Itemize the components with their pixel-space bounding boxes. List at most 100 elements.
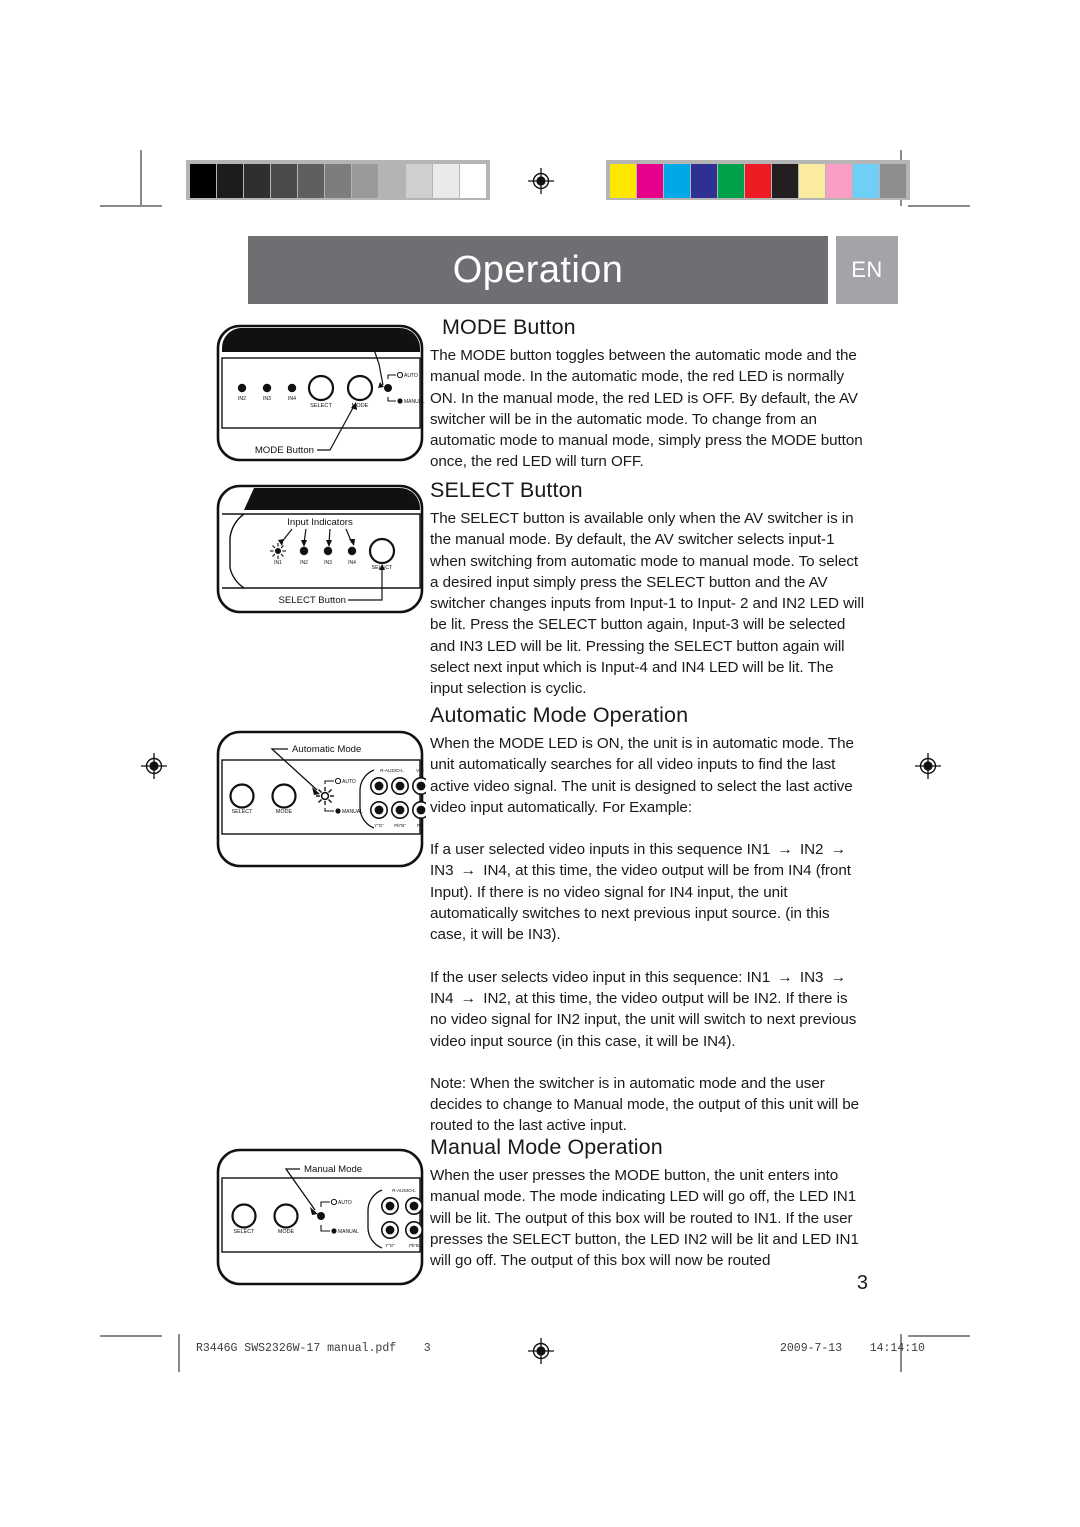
color-swatch-9 (853, 164, 879, 198)
registration-mark-left (141, 753, 167, 779)
footer-crop-left (100, 1335, 162, 1337)
color-swatch-1 (637, 164, 663, 198)
indicator-label-auto: AUTO (338, 1200, 352, 1206)
color-swatch-10 (880, 164, 906, 198)
mode-button-icon (273, 1203, 299, 1229)
callout-mode-button: MODE Button (255, 445, 314, 456)
arrow-icon: → (460, 989, 477, 1007)
jack-label-pb: Pb"B" (394, 823, 406, 828)
led-label-in2: IN2 (300, 560, 308, 566)
mode-button-icon (346, 374, 374, 402)
section-body-automatic-mode-3: If the user selects video input in this … (430, 968, 857, 1050)
section-body-select-button: The SELECT button is available only when… (430, 510, 865, 698)
color-swatch-7 (799, 164, 825, 198)
led-label-in3: IN3 (324, 560, 332, 566)
color-swatch-0 (610, 164, 636, 198)
crop-rule-right-horizontal (908, 205, 970, 207)
header-title-bar: Operation (248, 236, 828, 304)
color-swatch-8 (826, 164, 852, 198)
button-label-select: SELECT (232, 809, 254, 815)
jack-label-pb: Pb"B (409, 1243, 419, 1248)
mode-button-icon (271, 783, 297, 809)
button-label-select: SELECT (234, 1229, 256, 1235)
crop-rule-left-horizontal (100, 205, 162, 207)
led-in3-icon (262, 383, 272, 393)
grayscale-swatch-4 (298, 164, 324, 198)
grayscale-swatch-0 (190, 164, 216, 198)
manual-indicator-icon (397, 398, 403, 404)
registration-mark-right (915, 753, 941, 779)
section-manual-mode: Manual Mode Operation When the user pres… (430, 1135, 865, 1271)
section-title-automatic-mode: Automatic Mode Operation (430, 703, 689, 727)
grayscale-swatch-7 (379, 164, 405, 198)
grayscale-swatch-5 (325, 164, 351, 198)
diagram-automatic-mode: SELECT MODE AUTO MANUAL R-AUDIO-L VID Y"… (214, 728, 426, 870)
jack-label-audio: R-AUDIO-L (392, 1188, 416, 1193)
indicator-label-auto: AUTO (342, 779, 356, 785)
page-footer: R3446G SWS2326W-17 manual.pdf 3 2009-7-1… (0, 1330, 1080, 1374)
jack-label-y: Y"G" (385, 1243, 395, 1248)
jack-label-audio: R-AUDIO-L (380, 768, 404, 773)
page-title: Operation (452, 248, 624, 291)
callout-mode-indicator: Mode Indicator (291, 336, 355, 347)
footer-timestamp: 2009-7-13 14:14:10 (780, 1342, 925, 1355)
led-in4-icon (347, 546, 357, 556)
button-label-select: SELECT (310, 403, 332, 409)
section-body-manual-mode: When the user presses the MODE button, t… (430, 1167, 859, 1270)
led-in2-icon (237, 383, 247, 393)
arrow-icon: → (777, 841, 793, 859)
color-swatch-2 (664, 164, 690, 198)
rca-jack-row-top (370, 776, 426, 795)
arrow-icon: → (460, 862, 477, 880)
page-number: 3 (856, 1272, 868, 1294)
button-label-mode: MODE (278, 1229, 295, 1235)
color-swatch-6 (772, 164, 798, 198)
mode-indicator-led-icon (317, 1212, 325, 1220)
color-swatch-row (606, 160, 910, 200)
indicator-label-auto: AUTO (404, 373, 418, 379)
callout-automatic-mode: Automatic Mode (292, 744, 361, 755)
section-body-automatic-mode-1: When the MODE LED is ON, the unit is in … (430, 735, 854, 816)
jack-label-video: VID (416, 768, 424, 773)
section-body-mode-button: The MODE button toggles between the auto… (430, 347, 863, 471)
grayscale-swatch-6 (352, 164, 378, 198)
led-label-in3: IN3 (263, 396, 271, 402)
indicator-label-manual: MANUAL (404, 399, 425, 405)
mode-indicator-led-icon (384, 384, 392, 392)
select-button-icon (231, 1203, 257, 1229)
arrow-icon: → (830, 841, 847, 859)
diagram-select-button: IN1 IN2 IN3 IN4 SELECT Input Indicators … (214, 482, 426, 616)
callout-input-indicators: Input Indicators (287, 517, 353, 528)
registration-mark-top (528, 168, 554, 194)
section-title-mode-button: MODE Button (442, 315, 576, 339)
section-body-automatic-mode-4: Note: When the switcher is in automatic … (430, 1074, 860, 1135)
select-button-icon (307, 374, 335, 402)
section-title-manual-mode: Manual Mode Operation (430, 1135, 663, 1159)
jack-label-pr: Pr" (417, 823, 423, 828)
grayscale-swatch-3 (271, 164, 297, 198)
grayscale-swatch-10 (460, 164, 486, 198)
footer-filename: R3446G SWS2326W-17 manual.pdf 3 (196, 1342, 431, 1355)
led-label-in1: IN1 (274, 560, 282, 566)
diagram-mode-button: IN2 IN3 IN4 SELECT MODE AUTO MANUAL Mode… (214, 322, 426, 464)
select-button-icon (229, 783, 255, 809)
manual-indicator-icon (331, 1228, 337, 1234)
page-header: Operation EN (248, 236, 898, 304)
led-in3-icon (323, 546, 333, 556)
led-in4-icon (287, 383, 297, 393)
arrow-icon: → (777, 968, 793, 986)
section-title-select-button: SELECT Button (430, 478, 583, 502)
grayscale-swatch-2 (244, 164, 270, 198)
led-in2-icon (299, 546, 309, 556)
section-body-automatic-mode-2: If a user selected video inputs in this … (430, 841, 851, 944)
page-canvas: Operation EN IN2 IN3 IN4 SELECT MODE AUT… (0, 0, 1080, 1527)
manual-indicator-icon (335, 808, 341, 814)
jack-label-y: Y"G" (374, 823, 384, 828)
section-mode-button: MODE Button The MODE button toggles betw… (430, 315, 865, 473)
footer-rule-left (178, 1334, 180, 1372)
button-label-mode: MODE (276, 809, 293, 815)
grayscale-swatch-1 (217, 164, 243, 198)
select-button-icon (368, 537, 396, 565)
callout-select-button: SELECT Button (278, 595, 346, 606)
diagram-manual-mode: SELECT MODE AUTO MANUAL R-AUDIO-L Y"G" P… (214, 1146, 426, 1288)
